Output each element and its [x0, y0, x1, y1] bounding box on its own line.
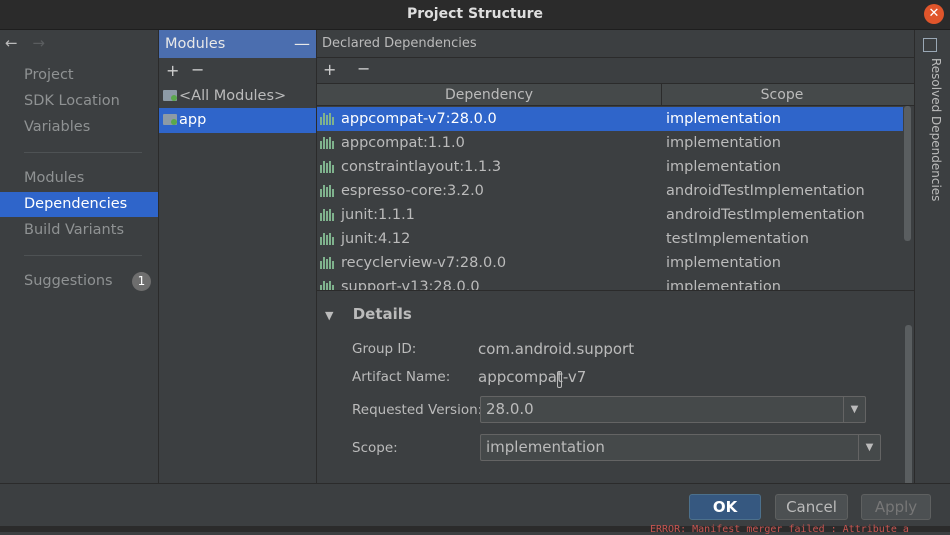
- table-row[interactable]: junit:1.1.1 androidTestImplementation: [317, 203, 903, 227]
- close-icon[interactable]: ✕: [924, 4, 944, 24]
- nav-item-project[interactable]: Project: [0, 63, 158, 88]
- module-item-app[interactable]: app: [159, 108, 316, 133]
- scope-value: implementation: [486, 438, 605, 456]
- library-icon: [320, 233, 334, 245]
- collapse-triangle-icon[interactable]: ▼: [325, 309, 333, 322]
- dependency-name: junit:4.12: [341, 231, 411, 247]
- details-title[interactable]: ▼ Details: [325, 305, 412, 323]
- nav-item-sdk-location[interactable]: SDK Location: [0, 89, 158, 114]
- requested-version-combo[interactable]: 28.0.0 ▼: [480, 396, 866, 423]
- dependency-name: constraintlayout:1.1.3: [341, 159, 502, 175]
- dependency-scope: androidTestImplementation: [666, 207, 865, 223]
- dependency-scope: androidTestImplementation: [666, 183, 865, 199]
- details-section: ▼ Details Group ID: com.android.support …: [317, 290, 914, 483]
- collapse-icon[interactable]: —: [294, 30, 310, 58]
- remove-module-icon[interactable]: −: [191, 60, 204, 79]
- dependency-name: appcompat-v7:28.0.0: [341, 111, 497, 127]
- text-cursor-icon: [557, 371, 562, 388]
- apply-button[interactable]: Apply: [861, 494, 931, 520]
- group-id-label: Group ID:: [352, 341, 417, 357]
- table-row[interactable]: recyclerview-v7:28.0.0 implementation: [317, 251, 903, 275]
- project-structure-dialog: Project Structure ✕ ← → Project SDK Loca…: [0, 0, 950, 535]
- table-row[interactable]: junit:4.12 testImplementation: [317, 227, 903, 251]
- suggestions-count-badge: 1: [132, 272, 151, 291]
- background-editor-strip: ERROR: Manifest merger failed : Attribut…: [0, 524, 950, 535]
- module-folder-icon: [163, 114, 177, 125]
- resolved-dependencies-tab[interactable]: Resolved Dependencies: [925, 58, 943, 201]
- table-row[interactable]: espresso-core:3.2.0 androidTestImplementa…: [317, 179, 903, 203]
- dependency-scope: testImplementation: [666, 231, 809, 247]
- nav-item-variables[interactable]: Variables: [0, 115, 158, 140]
- nav-item-build-variants[interactable]: Build Variants: [0, 218, 158, 243]
- left-nav-panel: ← → Project SDK Location Variables Modul…: [0, 30, 159, 483]
- dependencies-table: Dependency Scope appcompat-v7:28.0.0 impl…: [317, 84, 914, 316]
- requested-version-value: 28.0.0: [486, 400, 534, 418]
- library-icon: [320, 113, 334, 125]
- table-row[interactable]: appcompat-v7:28.0.0 implementation: [317, 107, 903, 131]
- dependencies-panel: Declared Dependencies + − Dependency Sco…: [317, 30, 914, 511]
- module-label: <All Modules>: [179, 88, 287, 104]
- ok-button[interactable]: OK: [689, 494, 761, 520]
- dependencies-toolbar: + −: [317, 58, 914, 84]
- title-bar: Project Structure ✕: [0, 0, 950, 30]
- table-header: Dependency Scope: [317, 84, 914, 106]
- add-dependency-icon[interactable]: +: [323, 60, 336, 79]
- back-arrow-icon[interactable]: ←: [5, 34, 18, 52]
- library-icon: [320, 257, 334, 269]
- library-icon: [320, 185, 334, 197]
- nav-item-dependencies[interactable]: Dependencies: [0, 192, 158, 217]
- column-header-scope[interactable]: Scope: [662, 84, 902, 106]
- group-id-value: com.android.support: [478, 340, 635, 358]
- library-icon: [320, 137, 334, 149]
- dependency-name: espresso-core:3.2.0: [341, 183, 484, 199]
- module-label: app: [179, 112, 207, 128]
- modules-header-label: Modules: [165, 36, 226, 52]
- nav-divider: [24, 152, 142, 153]
- module-item-all[interactable]: <All Modules>: [159, 84, 316, 109]
- modules-panel: Modules — + − <All Modules> app: [159, 30, 317, 483]
- dependency-scope: implementation: [666, 111, 781, 127]
- details-title-label: Details: [352, 305, 412, 323]
- dependency-scope: implementation: [666, 135, 781, 151]
- declared-dependencies-header: Declared Dependencies: [317, 30, 914, 58]
- add-module-icon[interactable]: +: [166, 61, 179, 80]
- artifact-name-label: Artifact Name:: [352, 369, 451, 385]
- dropdown-arrow-icon[interactable]: ▼: [858, 435, 880, 460]
- module-folder-icon: [163, 90, 177, 101]
- library-icon: [320, 209, 334, 221]
- scope-combo[interactable]: implementation ▼: [480, 434, 881, 461]
- background-error-text: ERROR: Manifest merger failed : Attribut…: [650, 524, 909, 535]
- dependency-name: junit:1.1.1: [341, 207, 415, 223]
- nav-item-modules[interactable]: Modules: [0, 166, 158, 191]
- dialog-title: Project Structure: [407, 6, 543, 22]
- nav-arrows: ← →: [5, 34, 45, 52]
- table-row[interactable]: constraintlayout:1.1.3 implementation: [317, 155, 903, 179]
- nav-divider: [24, 255, 142, 256]
- column-header-dependency[interactable]: Dependency: [317, 84, 662, 106]
- library-icon: [320, 161, 334, 173]
- requested-version-label: Requested Version:: [352, 402, 483, 418]
- dropdown-arrow-icon[interactable]: ▼: [843, 397, 865, 422]
- remove-dependency-icon[interactable]: −: [357, 59, 370, 78]
- scope-label: Scope:: [352, 440, 398, 456]
- table-scrollbar[interactable]: [904, 106, 911, 241]
- cancel-button[interactable]: Cancel: [775, 494, 848, 520]
- dependency-name: appcompat:1.1.0: [341, 135, 465, 151]
- artifact-name-value: appcompat-v7: [478, 368, 587, 386]
- resolved-dependencies-icon[interactable]: [923, 38, 937, 52]
- dependency-scope: implementation: [666, 159, 781, 175]
- modules-header: Modules —: [159, 30, 316, 58]
- right-tool-strip: Resolved Dependencies: [914, 30, 950, 483]
- dependency-scope: implementation: [666, 255, 781, 271]
- forward-arrow-icon[interactable]: →: [32, 34, 45, 52]
- dependency-name: recyclerview-v7:28.0.0: [341, 255, 507, 271]
- table-row[interactable]: appcompat:1.1.0 implementation: [317, 131, 903, 155]
